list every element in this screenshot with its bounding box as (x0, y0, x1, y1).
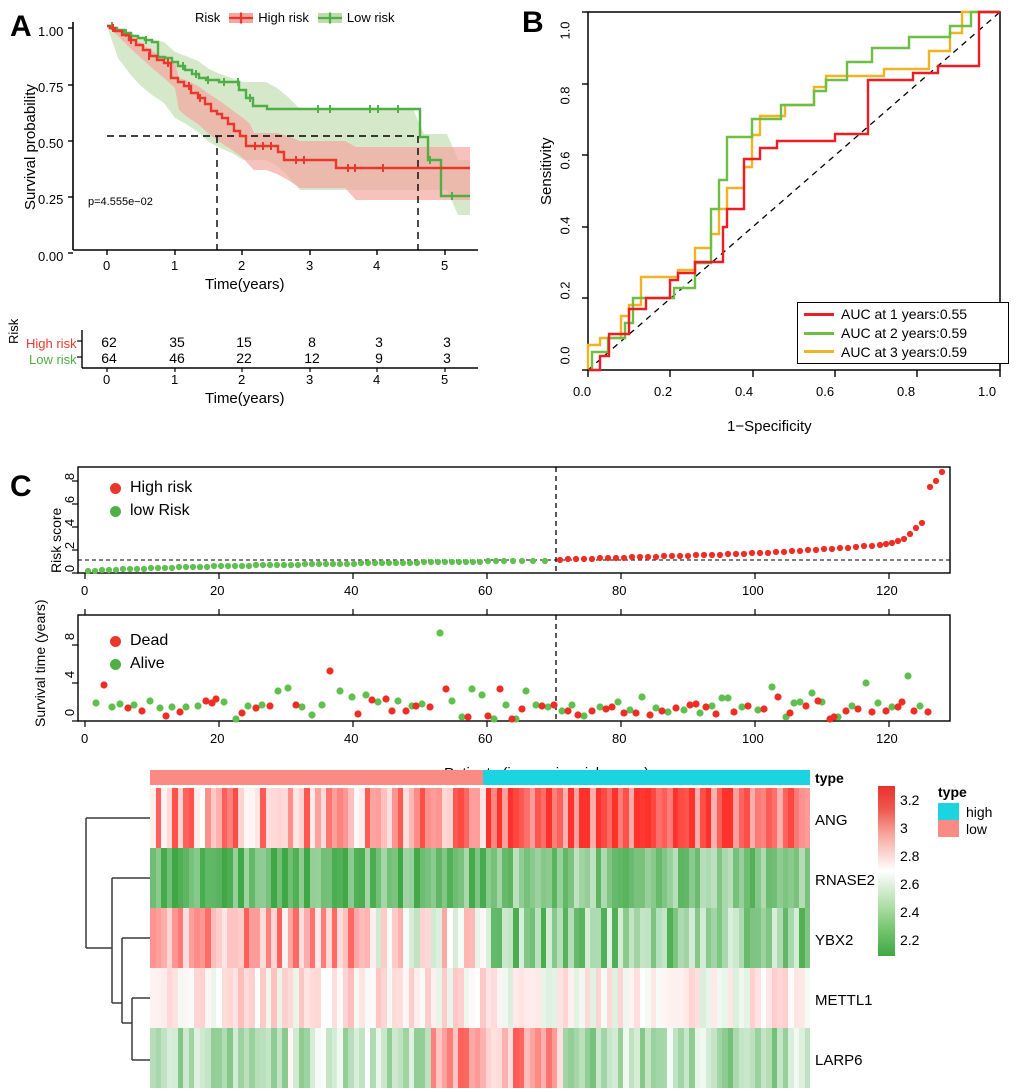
type-legend-item-low: low (938, 820, 992, 837)
gene-label-mettl1: METTL1 (815, 992, 873, 1009)
panel-a-plot-area (68, 22, 478, 255)
roc-legend-label-1year: AUC at 1 years:0.55 (841, 306, 968, 323)
gene-label-rnase2: RNASE2 (815, 872, 876, 889)
heatmap-row-mettl1 (150, 968, 810, 1028)
risk-xtick-40: 40 (344, 583, 359, 598)
type-legend-label-low: low (966, 820, 988, 837)
heatmap-colorbar (878, 786, 895, 956)
surv-xtick-120: 120 (876, 731, 898, 746)
risk-plot-box (77, 466, 951, 574)
heatmap-cell (804, 848, 810, 908)
panel-b-roc: B Sensitivity 1−Specificity 0.0 0.2 0.4 … (510, 0, 1020, 440)
colorbar-tick-3: 3 (900, 820, 908, 836)
roc-legend-item-2year: AUC at 2 years:0.59 (804, 324, 1002, 343)
annotation-bar-label: type (815, 770, 844, 786)
colorbar-tick-2-4: 2.4 (900, 904, 920, 920)
roc-legend: AUC at 1 years:0.55 AUC at 2 years:0.59 … (797, 302, 1009, 364)
heatmap-cell (804, 1028, 810, 1088)
roc-legend-label-2year: AUC at 2 years:0.59 (841, 325, 968, 341)
column-annotation-bar (150, 770, 810, 785)
heatmap-cell (804, 788, 810, 848)
type-legend-title: type (938, 784, 967, 800)
survival-plot-box (77, 614, 951, 722)
risk-xtick-80: 80 (612, 583, 627, 598)
panel-b-plot-area (582, 10, 1001, 377)
risk-high-points (556, 468, 946, 564)
risk-table-xtick-5: 5 (441, 372, 449, 387)
annotation-low-segment (150, 770, 484, 785)
colorbar-tick-2-6: 2.6 (900, 876, 920, 892)
roc-legend-item-1year: AUC at 1 years:0.55 (804, 305, 1002, 324)
heatmap-grid (150, 788, 810, 1088)
panel-c-risk-plots: C Risk score 0 2 4 6 8 High risk low Ris… (0, 455, 1020, 785)
heatmap-row-larp6 (150, 1028, 810, 1088)
risk-table-xtick-0: 0 (103, 372, 111, 387)
roc-legend-swatch-3year (804, 350, 834, 354)
survival-alive-points (92, 629, 924, 723)
risk-table-xlabel: Time(years) (205, 390, 285, 407)
surv-xtick-80: 80 (612, 731, 627, 746)
type-legend-swatch-high (938, 803, 959, 820)
gene-expression-heatmap: Patients (increasing risk socre) (0, 765, 1020, 1092)
gene-label-ybx2: YBX2 (815, 932, 854, 949)
colorbar-tick-3-2: 3.2 (900, 792, 920, 808)
survival-time-plot-area (72, 609, 951, 727)
risk-table-xtick-2: 2 (238, 372, 246, 387)
colorbar-tick-2-2: 2.2 (900, 932, 920, 948)
roc-legend-item-3year: AUC at 3 years:0.59 (804, 342, 1002, 361)
heatmap-cell (804, 908, 810, 968)
surv-xtick-100: 100 (742, 731, 764, 746)
risk-xtick-60: 60 (478, 583, 493, 598)
risk-table-xtick-3: 3 (306, 372, 314, 387)
surv-xtick-60: 60 (478, 731, 493, 746)
roc-legend-swatch-1year (804, 312, 834, 316)
roc-legend-swatch-2year (804, 331, 834, 335)
risk-score-plot-area (72, 466, 951, 579)
surv-xtick-40: 40 (344, 731, 359, 746)
risk-table-xtick-1: 1 (171, 372, 179, 387)
gene-label-larp6: LARP6 (815, 1052, 863, 1069)
type-legend: type high low (938, 784, 992, 837)
risk-xtick-120: 120 (876, 583, 898, 598)
risk-xtick-100: 100 (742, 583, 764, 598)
type-legend-item-high: high (938, 803, 992, 820)
row-dendrogram (85, 817, 150, 1061)
survival-dead-points (100, 667, 932, 723)
roc-legend-label-3year: AUC at 3 years:0.59 (841, 343, 968, 360)
heatmap-row-ang (150, 788, 810, 848)
panel-a-kaplan-meier: A Risk High risk Low risk Survival proba… (0, 0, 510, 300)
risk-table-xtick-4: 4 (373, 372, 381, 387)
annotation-high-segment (483, 770, 810, 785)
gene-label-ang: ANG (815, 812, 848, 829)
surv-xtick-0: 0 (81, 731, 89, 746)
colorbar-tick-2-8: 2.8 (900, 848, 920, 864)
risk-xtick-20: 20 (210, 583, 225, 598)
heatmap-cell (804, 968, 810, 1028)
risk-table: Risk High risk Low risk 62 35 15 8 3 3 6… (0, 300, 510, 410)
surv-xtick-20: 20 (210, 731, 225, 746)
heatmap-row-rnase2 (150, 848, 810, 908)
risk-xtick-0: 0 (81, 583, 89, 598)
type-legend-swatch-low (938, 820, 959, 837)
figure-root: A Risk High risk Low risk Survival proba… (0, 0, 1020, 1092)
heatmap-row-ybx2 (150, 908, 810, 968)
type-legend-label-high: high (966, 803, 993, 820)
